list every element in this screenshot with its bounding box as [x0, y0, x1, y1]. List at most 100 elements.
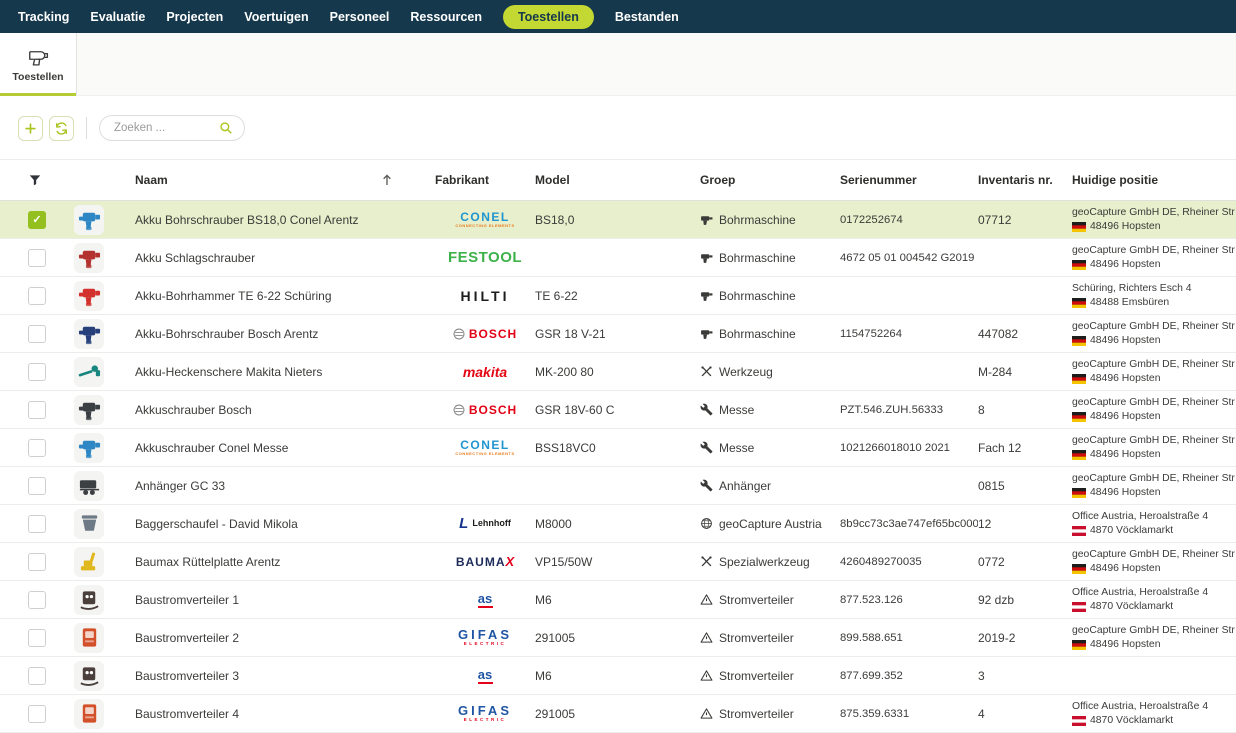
- column-header-inventaris[interactable]: Inventaris nr.: [978, 173, 1072, 187]
- group-label: Messe: [719, 441, 754, 455]
- filter-icon[interactable]: [0, 173, 56, 187]
- device-name[interactable]: Akkuschrauber Bosch: [135, 403, 252, 417]
- bosch-emblem-icon: [453, 404, 465, 416]
- table-row[interactable]: Baustromverteiler 3 as M6 Stromverteiler…: [0, 657, 1236, 695]
- device-name[interactable]: Baggerschaufel - David Mikola: [135, 517, 298, 531]
- add-button[interactable]: [18, 116, 43, 141]
- position-line1: geoCapture GmbH DE, Rheiner Str 3: [1072, 206, 1232, 219]
- device-name[interactable]: Baustromverteiler 1: [135, 593, 239, 607]
- germany-flag-icon: [1072, 222, 1086, 232]
- group-label: geoCapture Austria: [719, 517, 822, 531]
- table-row[interactable]: Baggerschaufel - David Mikola LLehnhoff …: [0, 505, 1236, 543]
- nav-item-tracking[interactable]: Tracking: [18, 10, 69, 24]
- table-row[interactable]: Akkuschrauber Bosch BOSCH GSR 18V-60 C M…: [0, 391, 1236, 429]
- row-checkbox[interactable]: [28, 325, 46, 343]
- position-line2: 48496 Hopsten: [1090, 410, 1160, 423]
- device-name[interactable]: Baustromverteiler 4: [135, 707, 239, 721]
- table-row[interactable]: Akku-Heckenschere Makita Nieters makita …: [0, 353, 1236, 391]
- group-label: Werkzeug: [719, 365, 773, 379]
- drill-icon: [700, 289, 713, 302]
- row-checkbox[interactable]: [28, 591, 46, 609]
- germany-flag-icon: [1072, 374, 1086, 384]
- row-checkbox[interactable]: [28, 515, 46, 533]
- device-inventory: 92 dzb: [978, 593, 1072, 607]
- column-header-groep[interactable]: Groep: [700, 173, 840, 187]
- table-row[interactable]: ✓ Akku Bohrschrauber BS18,0 Conel Arentz…: [0, 201, 1236, 239]
- device-image: [74, 205, 104, 235]
- row-checkbox[interactable]: [28, 363, 46, 381]
- row-checkbox[interactable]: [28, 249, 46, 267]
- device-serial: PZT.546.ZUH.56333: [840, 404, 978, 416]
- device-inventory: 447082: [978, 327, 1072, 341]
- nav-item-evaluatie[interactable]: Evaluatie: [90, 10, 145, 24]
- position-line2: 48496 Hopsten: [1090, 486, 1160, 499]
- table-row[interactable]: Akku Schlagschrauber FESTOOL Bohrmaschin…: [0, 239, 1236, 277]
- device-name[interactable]: Akku-Heckenschere Makita Nieters: [135, 365, 322, 379]
- table-row[interactable]: Baustromverteiler 1 as M6 Stromverteiler…: [0, 581, 1236, 619]
- device-image: [74, 623, 104, 653]
- row-checkbox[interactable]: [28, 439, 46, 457]
- device-name[interactable]: Akku-Bohrschrauber Bosch Arentz: [135, 327, 318, 341]
- tab-toestellen[interactable]: Toestellen: [0, 33, 77, 95]
- globe-icon: [700, 517, 713, 530]
- nav-item-projecten[interactable]: Projecten: [166, 10, 223, 24]
- row-checkbox[interactable]: [28, 667, 46, 685]
- nav-item-ressourcen[interactable]: Ressourcen: [410, 10, 482, 24]
- germany-flag-icon: [1072, 374, 1086, 384]
- position-line1: geoCapture GmbH DE, Rheiner Str 3: [1072, 244, 1232, 257]
- row-checkbox[interactable]: ✓: [28, 211, 46, 229]
- nav-item-personeel[interactable]: Personeel: [330, 10, 390, 24]
- device-name[interactable]: Akku Schlagschrauber: [135, 251, 255, 265]
- nav-item-bestanden[interactable]: Bestanden: [615, 10, 679, 24]
- table-row[interactable]: Akkuschrauber Conel Messe CONELCONNECTIN…: [0, 429, 1236, 467]
- drill-icon: [700, 327, 713, 340]
- table-row[interactable]: Baumax Rüttelplatte Arentz BAUMAX VP15/5…: [0, 543, 1236, 581]
- device-group: Stromverteiler: [700, 593, 840, 607]
- brand-logo: CONELCONNECTING ELEMENTS: [435, 439, 535, 456]
- position-line1: geoCapture GmbH DE, Rheiner Str 3: [1072, 320, 1232, 333]
- brand-logo: BAUMAX: [435, 555, 535, 568]
- device-group: geoCapture Austria: [700, 517, 840, 531]
- position-line2: 4870 Vöcklamarkt: [1090, 714, 1173, 727]
- warning-triangle-icon: [700, 631, 713, 644]
- device-name[interactable]: Baustromverteiler 3: [135, 669, 239, 683]
- nav-item-voertuigen[interactable]: Voertuigen: [244, 10, 308, 24]
- column-header-naam[interactable]: Naam: [135, 173, 168, 187]
- device-inventory: 07712: [978, 213, 1072, 227]
- refresh-button[interactable]: [49, 116, 74, 141]
- table-row[interactable]: Akku-Bohrhammer TE 6-22 Schüring HILTI T…: [0, 277, 1236, 315]
- brand-logo: HILTI: [435, 288, 535, 304]
- column-header-fabrikant[interactable]: Fabrikant: [435, 173, 535, 187]
- device-name[interactable]: Baustromverteiler 2: [135, 631, 239, 645]
- sort-ascending-icon[interactable]: [382, 173, 392, 187]
- device-name[interactable]: Akku-Bohrhammer TE 6-22 Schüring: [135, 289, 332, 303]
- row-checkbox[interactable]: [28, 401, 46, 419]
- device-model: M6: [535, 593, 700, 607]
- row-checkbox[interactable]: [28, 287, 46, 305]
- search-icon[interactable]: [219, 121, 233, 140]
- device-name[interactable]: Akku Bohrschrauber BS18,0 Conel Arentz: [135, 213, 358, 227]
- position-line1: geoCapture GmbH DE, Rheiner Str 3: [1072, 358, 1232, 371]
- device-name[interactable]: Anhänger GC 33: [135, 479, 225, 493]
- device-name[interactable]: Akkuschrauber Conel Messe: [135, 441, 288, 455]
- brand-logo: GIFASELECTRIC: [435, 628, 535, 647]
- group-label: Stromverteiler: [719, 631, 794, 645]
- table-row[interactable]: Baustromverteiler 2 GIFASELECTRIC 291005…: [0, 619, 1236, 657]
- table-row[interactable]: Anhänger GC 33 Anhänger 0815 geoCapture …: [0, 467, 1236, 505]
- column-header-serienummer[interactable]: Serienummer: [840, 173, 978, 187]
- table-row[interactable]: Akku-Bohrschrauber Bosch Arentz BOSCH GS…: [0, 315, 1236, 353]
- position-line2: 48496 Hopsten: [1090, 372, 1160, 385]
- row-checkbox[interactable]: [28, 553, 46, 571]
- row-checkbox[interactable]: [28, 629, 46, 647]
- warning-triangle-icon: [700, 707, 713, 720]
- column-header-positie[interactable]: Huidige positie: [1072, 173, 1236, 187]
- row-checkbox[interactable]: [28, 477, 46, 495]
- table-row[interactable]: Baustromverteiler 4 GIFASELECTRIC 291005…: [0, 695, 1236, 733]
- column-header-model[interactable]: Model: [535, 173, 700, 187]
- austria-flag-icon: [1072, 716, 1086, 726]
- device-name[interactable]: Baumax Rüttelplatte Arentz: [135, 555, 280, 569]
- drill-icon: [700, 251, 713, 264]
- position-line1: Schüring, Richters Esch 4: [1072, 282, 1232, 295]
- device-image: [74, 357, 104, 387]
- nav-item-toestellen[interactable]: Toestellen: [503, 5, 594, 29]
